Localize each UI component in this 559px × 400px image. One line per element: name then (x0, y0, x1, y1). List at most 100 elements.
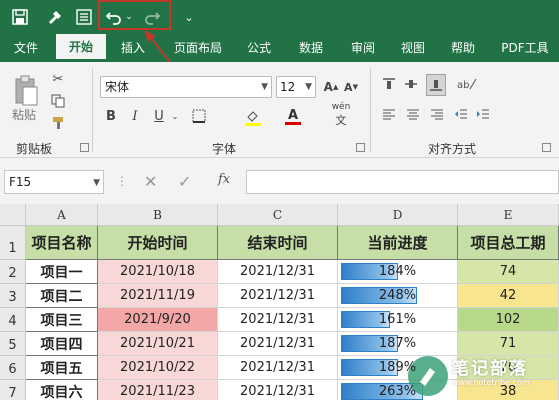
cell-progress[interactable]: 248% (338, 284, 458, 308)
font-name-select[interactable]: 宋体 ▼ (100, 76, 272, 98)
format-painter-icon[interactable] (44, 4, 66, 30)
cell-project-name[interactable]: 项目五 (26, 356, 98, 380)
form-icon[interactable] (74, 4, 94, 30)
watermark-subtitle: www.notetribe.com (452, 378, 530, 387)
tab-data[interactable]: 数据 (288, 34, 334, 62)
column-header-e[interactable]: E (458, 204, 559, 226)
customize-qat-icon[interactable]: ⌄ (182, 4, 196, 30)
paste-label[interactable]: 粘贴 (12, 106, 36, 123)
align-top-icon[interactable] (380, 74, 398, 94)
cell-start-date[interactable]: 2021/10/22 (98, 356, 218, 380)
name-box[interactable]: F15 ▼ (4, 170, 104, 194)
cell-project-name[interactable]: 项目三 (26, 308, 98, 332)
save-icon[interactable] (10, 4, 30, 30)
chevron-down-icon: ▼ (305, 82, 312, 92)
copy-icon[interactable] (48, 92, 68, 110)
cell-project-name[interactable]: 项目六 (26, 380, 98, 400)
column-header-c[interactable]: C (218, 204, 338, 226)
cell-start-date[interactable]: 2021/10/21 (98, 332, 218, 356)
underline-button[interactable]: U (150, 106, 168, 126)
row-header-4[interactable]: 4 (0, 308, 26, 332)
increase-indent-icon[interactable] (474, 104, 492, 124)
align-middle-icon[interactable] (402, 74, 420, 94)
cell-start-date[interactable]: 2021/9/20 (98, 308, 218, 332)
orientation-icon[interactable]: ab (454, 74, 480, 94)
group-separator (370, 68, 371, 152)
header-cell-end[interactable]: 结束时间 (218, 226, 338, 260)
decrease-font-icon[interactable]: A ▼ (342, 76, 360, 98)
cell-end-date[interactable]: 2021/12/31 (218, 380, 338, 400)
redo-icon[interactable] (142, 4, 162, 30)
align-bottom-icon[interactable] (426, 74, 446, 96)
bold-button[interactable]: B (102, 106, 120, 126)
insert-function-icon[interactable]: fx (218, 172, 230, 187)
header-cell-duration[interactable]: 项目总工期 (458, 226, 559, 260)
cell-start-date[interactable]: 2021/10/18 (98, 260, 218, 284)
cell-duration[interactable]: 74 (458, 260, 559, 284)
borders-icon[interactable] (188, 106, 210, 126)
row-header-5[interactable]: 5 (0, 332, 26, 356)
row-header-7[interactable]: 7 (0, 380, 26, 400)
column-header-d[interactable]: D (338, 204, 458, 226)
svg-text:ab: ab (457, 80, 469, 91)
group-separator (92, 68, 93, 152)
cell-progress[interactable]: 184% (338, 260, 458, 284)
undo-dropdown-icon[interactable]: ⌄ (124, 4, 134, 30)
phonetic-glyph: 文 (335, 114, 347, 127)
cancel-icon[interactable]: ✕ (144, 172, 157, 191)
decrease-indent-icon[interactable] (452, 104, 470, 124)
align-right-icon[interactable] (428, 104, 446, 124)
row-header-2[interactable]: 2 (0, 260, 26, 284)
tab-review[interactable]: 审阅 (340, 34, 386, 62)
font-color-icon[interactable]: A (282, 104, 304, 128)
cell-end-date[interactable]: 2021/12/31 (218, 332, 338, 356)
more-icon[interactable]: ⋮ (116, 174, 128, 188)
row-header-1[interactable]: 1 (0, 226, 26, 260)
format-painter-ribbon-icon[interactable] (50, 114, 68, 132)
increase-font-icon[interactable]: A ▲ (322, 76, 340, 98)
column-header-a[interactable]: A (26, 204, 98, 226)
undo-icon[interactable] (104, 4, 124, 30)
cell-end-date[interactable]: 2021/12/31 (218, 284, 338, 308)
cell-project-name[interactable]: 项目四 (26, 332, 98, 356)
cell-progress[interactable]: 161% (338, 308, 458, 332)
cell-end-date[interactable]: 2021/12/31 (218, 356, 338, 380)
cut-icon[interactable]: ✂ (48, 70, 68, 88)
fill-color-icon[interactable] (242, 106, 264, 128)
font-launcher[interactable] (356, 143, 365, 152)
row-header-6[interactable]: 6 (0, 356, 26, 380)
phonetic-icon[interactable]: wén 文 (328, 102, 354, 128)
header-cell-name[interactable]: 项目名称 (26, 226, 98, 260)
paste-icon[interactable] (12, 74, 40, 108)
cell-end-date[interactable]: 2021/12/31 (218, 308, 338, 332)
alignment-launcher[interactable] (542, 143, 551, 152)
header-cell-start[interactable]: 开始时间 (98, 226, 218, 260)
cell-duration[interactable]: 42 (458, 284, 559, 308)
align-left-icon[interactable] (380, 104, 398, 124)
tab-home[interactable]: 开始 (56, 34, 106, 62)
column-header-b[interactable]: B (98, 204, 218, 226)
cell-end-date[interactable]: 2021/12/31 (218, 260, 338, 284)
cell-project-name[interactable]: 项目一 (26, 260, 98, 284)
font-size-select[interactable]: 12 ▼ (276, 76, 316, 98)
header-cell-progress[interactable]: 当前进度 (338, 226, 458, 260)
tab-formulas[interactable]: 公式 (236, 34, 282, 62)
italic-button[interactable]: I (126, 106, 144, 126)
tab-file[interactable]: 文件 (0, 34, 52, 62)
tab-view[interactable]: 视图 (390, 34, 436, 62)
cell-duration[interactable]: 102 (458, 308, 559, 332)
formula-input[interactable] (246, 170, 559, 194)
tab-help[interactable]: 帮助 (440, 34, 486, 62)
cell-project-name[interactable]: 项目二 (26, 284, 98, 308)
progress-label: 184% (378, 264, 417, 279)
enter-icon[interactable]: ✓ (178, 172, 191, 191)
clipboard-launcher[interactable] (80, 143, 89, 152)
cell-start-date[interactable]: 2021/11/19 (98, 284, 218, 308)
row-header-3[interactable]: 3 (0, 284, 26, 308)
cell-start-date[interactable]: 2021/11/23 (98, 380, 218, 400)
chevron-down-icon[interactable]: ⌄ (170, 106, 180, 126)
quick-access-toolbar: ⌄ ⌄ (0, 0, 559, 34)
select-all-corner[interactable] (0, 204, 26, 226)
align-center-icon[interactable] (404, 104, 422, 124)
tab-pdf-tools[interactable]: PDF工具 (494, 34, 556, 62)
